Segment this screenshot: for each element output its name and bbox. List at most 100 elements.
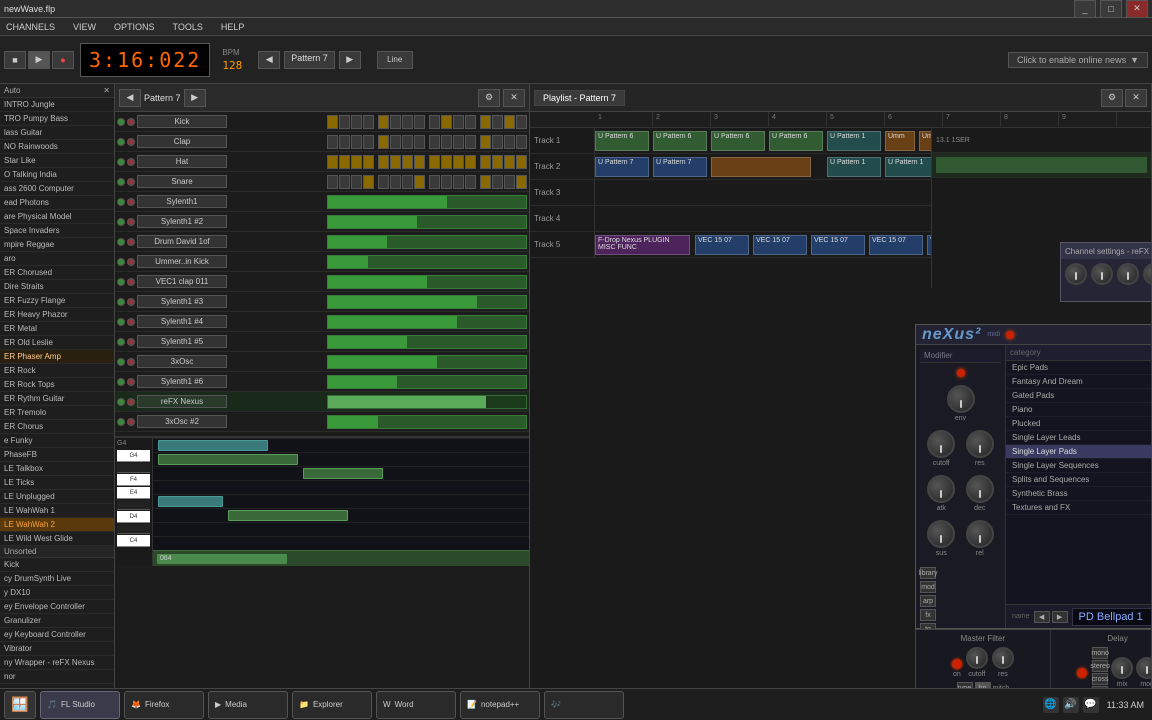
step-seq-nav-next[interactable]: ▶ bbox=[184, 89, 206, 107]
play-btn[interactable]: ▶ bbox=[28, 51, 50, 69]
step-toggle-hat[interactable] bbox=[117, 158, 125, 166]
sidebar-item-17[interactable]: ER Old Leslie bbox=[0, 336, 114, 350]
playlist-block[interactable]: F-Drop Nexus PLUGIN MISC FUNC bbox=[595, 235, 690, 255]
step-pad[interactable] bbox=[429, 175, 440, 189]
nexus-cat-plucked[interactable]: Plucked bbox=[1006, 417, 1152, 431]
playlist-settings[interactable]: ⚙ bbox=[1101, 89, 1123, 107]
step-pad[interactable] bbox=[327, 115, 338, 129]
step-pad[interactable] bbox=[378, 115, 389, 129]
fx-delay-mono[interactable]: mono bbox=[1092, 647, 1108, 659]
step-pad[interactable] bbox=[390, 155, 401, 169]
sidebar-item-nor[interactable]: nor bbox=[0, 670, 114, 684]
step-label-3xosc[interactable]: 3xOsc bbox=[137, 355, 227, 368]
step-pad[interactable] bbox=[363, 175, 374, 189]
sidebar-item-8[interactable]: are Physical Model bbox=[0, 210, 114, 224]
sidebar-item-2[interactable]: lass Guitar bbox=[0, 126, 114, 140]
step-toggle-kick[interactable] bbox=[117, 118, 125, 126]
step-label-snare[interactable]: Snare bbox=[137, 175, 227, 188]
sidebar-item-22[interactable]: ER Tremolo bbox=[0, 406, 114, 420]
step-pad[interactable] bbox=[351, 115, 362, 129]
step-mute-nexus[interactable] bbox=[127, 398, 135, 406]
menu-help[interactable]: HELP bbox=[217, 21, 249, 33]
step-pad[interactable] bbox=[516, 135, 527, 149]
step-label-sylenth6[interactable]: Sylenth1 #6 bbox=[137, 375, 227, 388]
sidebar-item-27[interactable]: LE Ticks bbox=[0, 476, 114, 490]
sys-volume-icon[interactable]: 🔊 bbox=[1063, 697, 1079, 713]
sidebar-item-24[interactable]: e Funky bbox=[0, 434, 114, 448]
record-btn[interactable]: ● bbox=[52, 51, 74, 69]
playlist-block[interactable]: U Pattern 6 bbox=[711, 131, 765, 151]
nexus-cutoff-knob[interactable] bbox=[927, 430, 955, 458]
step-toggle-3xosc2[interactable] bbox=[117, 418, 125, 426]
step-mute-sylenth4[interactable] bbox=[127, 318, 135, 326]
step-pad[interactable] bbox=[363, 155, 374, 169]
piano-note[interactable] bbox=[158, 440, 268, 451]
fx-delay-stereo[interactable]: stereo bbox=[1092, 660, 1108, 672]
maximize-btn[interactable]: □ bbox=[1100, 0, 1122, 18]
sidebar-item-nexus[interactable]: ny Wrapper - reFX Nexus bbox=[0, 656, 114, 670]
playlist-close[interactable]: ✕ bbox=[1125, 89, 1147, 107]
sidebar-item-19[interactable]: ER Rock bbox=[0, 364, 114, 378]
playlist-block[interactable]: VEC 15 07 bbox=[753, 235, 807, 255]
step-label-sylenth1[interactable]: Sylenth1 bbox=[137, 195, 227, 208]
sidebar-item-1[interactable]: TRO Pumpy Bass bbox=[0, 112, 114, 126]
nexus-alk-knob[interactable] bbox=[927, 475, 955, 503]
step-pad[interactable] bbox=[492, 155, 503, 169]
playlist-block[interactable]: U Pattern 6 bbox=[653, 131, 707, 151]
step-mute-kick[interactable] bbox=[127, 118, 135, 126]
sidebar-item-vib[interactable]: Vibrator bbox=[0, 642, 114, 656]
step-mute-sylenth2[interactable] bbox=[127, 218, 135, 226]
nexus-cat-singleleads[interactable]: Single Layer Leads bbox=[1006, 431, 1152, 445]
step-toggle-vec1[interactable] bbox=[117, 278, 125, 286]
step-mute-drum[interactable] bbox=[127, 238, 135, 246]
sidebar-item-6[interactable]: ass 2600 Computer bbox=[0, 182, 114, 196]
ch-fx-knob[interactable] bbox=[1143, 263, 1152, 285]
sidebar-item-10[interactable]: mpire Reggae bbox=[0, 238, 114, 252]
playlist-block[interactable]: U Pattern 6 bbox=[769, 131, 823, 151]
sidebar-item-env[interactable]: ey Envelope Controller bbox=[0, 600, 114, 614]
step-pad[interactable] bbox=[339, 175, 350, 189]
taskbar-media[interactable]: ▶ Media bbox=[208, 691, 288, 719]
sidebar-item-29[interactable]: LE WahWah 1 bbox=[0, 504, 114, 518]
nexus-cat-fantasy[interactable]: Fantasy And Dream bbox=[1006, 375, 1152, 389]
step-pad[interactable] bbox=[402, 155, 413, 169]
nexus-cat-textures[interactable]: Textures and FX bbox=[1006, 501, 1152, 515]
step-toggle-sylenth4[interactable] bbox=[117, 318, 125, 326]
step-pad[interactable] bbox=[327, 155, 338, 169]
step-mute-vec1[interactable] bbox=[127, 278, 135, 286]
step-mute-sylenth1[interactable] bbox=[127, 198, 135, 206]
step-mute-sylenth3[interactable] bbox=[127, 298, 135, 306]
fx-delay-toggle[interactable] bbox=[1077, 668, 1087, 678]
step-pad[interactable] bbox=[516, 115, 527, 129]
playlist-block[interactable]: VEC 15 07 bbox=[695, 235, 749, 255]
step-pad[interactable] bbox=[339, 115, 350, 129]
playlist-block[interactable]: Umm bbox=[885, 131, 915, 151]
step-mute-sylenth6[interactable] bbox=[127, 378, 135, 386]
step-mute-ummer[interactable] bbox=[127, 258, 135, 266]
sidebar-item-23[interactable]: ER Chorus bbox=[0, 420, 114, 434]
piano-note[interactable] bbox=[228, 510, 348, 521]
taskbar-explorer[interactable]: 📁 Explorer bbox=[292, 691, 372, 719]
step-label-sylenth4[interactable]: Sylenth1 #4 bbox=[137, 315, 227, 328]
menu-options[interactable]: OPTIONS bbox=[110, 21, 159, 33]
menu-view[interactable]: VIEW bbox=[69, 21, 100, 33]
taskbar-flstudio[interactable]: 🎵 FL Studio bbox=[40, 691, 120, 719]
step-pad[interactable] bbox=[351, 155, 362, 169]
nexus-mod-btn[interactable]: mod bbox=[920, 581, 936, 593]
step-pad[interactable] bbox=[480, 155, 491, 169]
sidebar-item-14[interactable]: ER Fuzzy Flange bbox=[0, 294, 114, 308]
step-pad[interactable] bbox=[504, 135, 515, 149]
step-pad[interactable] bbox=[339, 135, 350, 149]
mode-btn[interactable]: Line bbox=[377, 51, 413, 69]
step-mute-3xosc2[interactable] bbox=[127, 418, 135, 426]
step-label-sylenth2[interactable]: Sylenth1 #2 bbox=[137, 215, 227, 228]
step-toggle-clap[interactable] bbox=[117, 138, 125, 146]
step-pad[interactable] bbox=[390, 135, 401, 149]
step-pad[interactable] bbox=[465, 135, 476, 149]
sidebar-item-12[interactable]: ER Chorused bbox=[0, 266, 114, 280]
step-pad[interactable] bbox=[453, 115, 464, 129]
nexus-arp-btn[interactable]: arp bbox=[920, 595, 936, 607]
step-label-clap[interactable]: Clap bbox=[137, 135, 227, 148]
menu-channels[interactable]: CHANNELS bbox=[2, 21, 59, 33]
playlist-block[interactable]: U Pattern 1 bbox=[827, 157, 881, 177]
